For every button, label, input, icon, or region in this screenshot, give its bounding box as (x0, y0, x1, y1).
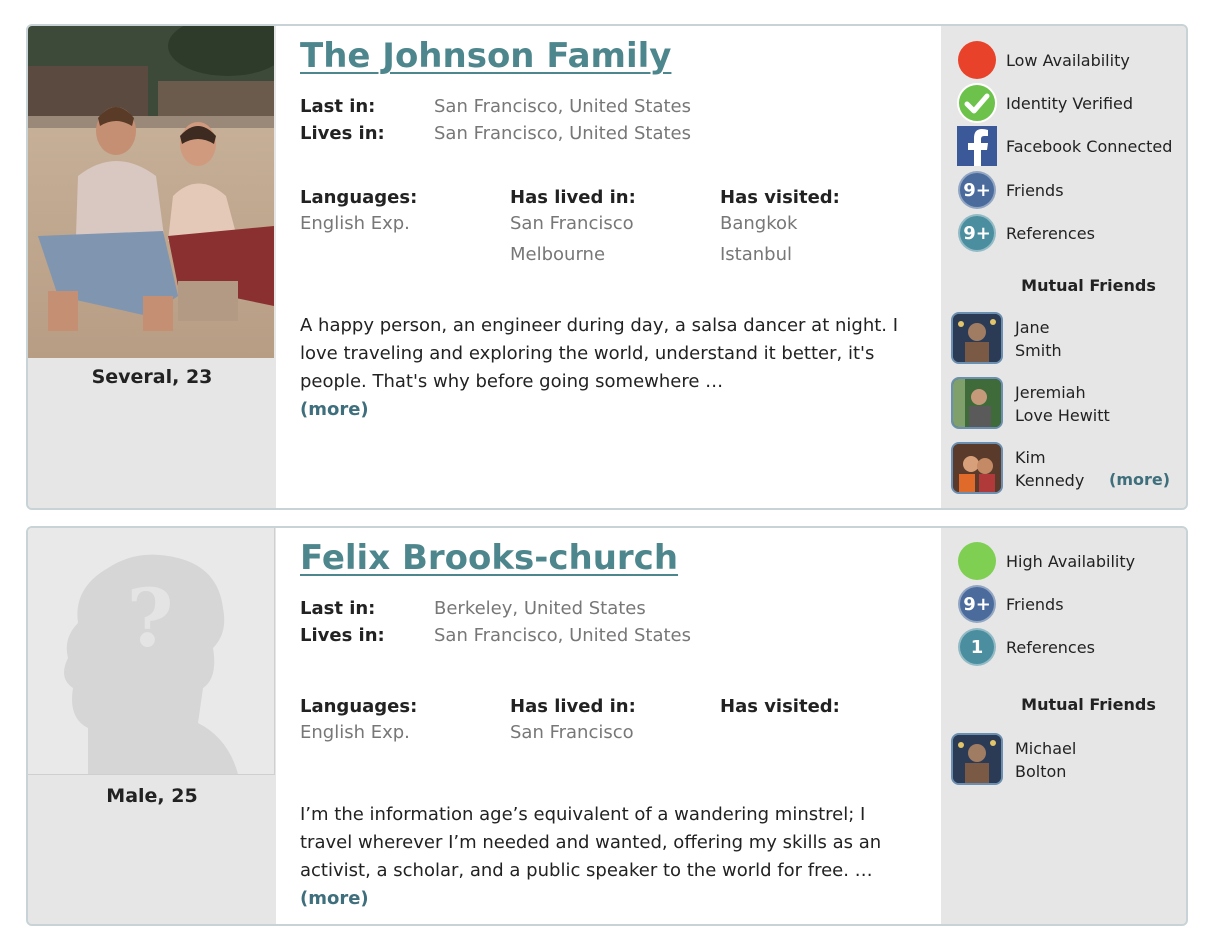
friend-avatar (951, 442, 1003, 494)
last-in-label: Last in: (300, 96, 376, 117)
profile-caption: Male, 25 (106, 785, 198, 807)
profile-name-link[interactable]: Felix Brooks-church (300, 538, 678, 578)
profile-card: ? Male, 25 Felix Brooks-church Last in: … (26, 526, 1188, 926)
visited-column: Has visited: Bangkok Istanbul (720, 187, 840, 272)
friend-name: Jane Smith (1015, 318, 1062, 360)
language-item: English Exp. (300, 722, 410, 743)
friends-badge[interactable]: 9+ Friends (957, 170, 1064, 210)
lived-in-item: San Francisco (510, 213, 634, 234)
mutual-friend-item[interactable]: Kim Kennedy (951, 442, 1084, 494)
references-badge[interactable]: 1 References (957, 627, 1095, 667)
mutual-friend-item[interactable]: Jeremiah Love Hewitt (951, 377, 1110, 429)
lives-in-label: Lives in: (300, 123, 385, 144)
mutual-friends-title: Mutual Friends (1021, 695, 1156, 714)
profile-sidebar: High Availability 9+ Friends 1 Reference… (941, 528, 1186, 924)
profile-main: The Johnson Family Last in: San Francisc… (276, 26, 941, 508)
friend-avatar (951, 733, 1003, 785)
mutual-friend-item[interactable]: Jane Smith (951, 312, 1062, 364)
lived-in-heading: Has lived in: (510, 696, 636, 717)
friends-badge[interactable]: 9+ Friends (957, 584, 1064, 624)
mutual-friend-item[interactable]: Michael Bolton (951, 733, 1076, 785)
profile-bio: I’m the information age’s equivalent of … (300, 801, 920, 913)
status-dot-icon (957, 541, 997, 581)
languages-column: Languages: English Exp. (300, 696, 417, 750)
profile-photo[interactable] (28, 26, 274, 358)
lived-in-column: Has lived in: San Francisco (510, 696, 636, 750)
svg-text:?: ? (127, 571, 174, 665)
photo-column: Several, 23 (28, 26, 276, 508)
profile-sidebar: Low Availability Identity Verified Faceb… (941, 26, 1186, 508)
mutual-friends-title: Mutual Friends (1021, 276, 1156, 295)
profile-bio: A happy person, an engineer during day, … (300, 312, 920, 424)
friend-name: Jeremiah Love Hewitt (1015, 383, 1110, 425)
languages-column: Languages: English Exp. (300, 187, 417, 241)
friend-name: Michael Bolton (1015, 739, 1077, 781)
friend-name: Kim Kennedy (1015, 448, 1085, 490)
question-silhouette-icon: ? (28, 528, 274, 774)
identity-badge: Identity Verified (957, 83, 1133, 123)
friend-avatar (951, 377, 1003, 429)
friends-count-icon: 9+ (957, 584, 997, 624)
checkmark-icon (957, 83, 997, 123)
bio-more-link[interactable]: (more) (300, 399, 369, 420)
last-in-value: San Francisco, United States (434, 96, 691, 117)
last-in-label: Last in: (300, 598, 376, 619)
languages-heading: Languages: (300, 187, 418, 208)
profile-main: Felix Brooks-church Last in: Berkeley, U… (276, 528, 941, 924)
visited-heading: Has visited: (720, 187, 840, 208)
language-item: English Exp. (300, 213, 410, 234)
bio-more-link[interactable]: (more) (300, 888, 369, 909)
lived-in-column: Has lived in: San Francisco Melbourne (510, 187, 636, 272)
identity-label: Identity Verified (1006, 93, 1134, 113)
facebook-label: Facebook Connected (1006, 136, 1173, 156)
lived-in-heading: Has lived in: (510, 187, 636, 208)
visited-item: Bangkok (720, 213, 798, 234)
references-badge[interactable]: 9+ References (957, 213, 1095, 253)
references-count-icon: 1 (957, 627, 997, 667)
friend-avatar (951, 312, 1003, 364)
lives-in-value: San Francisco, United States (434, 625, 691, 646)
profile-name-link[interactable]: The Johnson Family (300, 36, 671, 76)
bio-text: A happy person, an engineer during day, … (300, 315, 899, 392)
bio-text: I’m the information age’s equivalent of … (300, 804, 882, 881)
availability-badge: Low Availability (957, 40, 1130, 80)
last-in-value: Berkeley, United States (434, 598, 646, 619)
photo-column: ? Male, 25 (28, 528, 276, 924)
friends-label: Friends (1006, 594, 1064, 614)
mutual-friends-more-link[interactable]: (more) (1109, 470, 1170, 489)
friends-count-icon: 9+ (957, 170, 997, 210)
profile-card: Several, 23 The Johnson Family Last in: … (26, 24, 1188, 510)
facebook-badge[interactable]: Facebook Connected (957, 126, 1172, 166)
lives-in-label: Lives in: (300, 625, 385, 646)
lived-in-item: Melbourne (510, 244, 606, 265)
availability-badge: High Availability (957, 541, 1135, 581)
status-dot-icon (957, 40, 997, 80)
languages-heading: Languages: (300, 696, 418, 717)
availability-label: High Availability (1006, 551, 1136, 571)
friends-label: Friends (1006, 180, 1064, 200)
profile-photo-placeholder[interactable]: ? (28, 528, 275, 775)
visited-heading: Has visited: (720, 696, 840, 717)
profile-caption: Several, 23 (91, 366, 213, 388)
visited-item: Istanbul (720, 244, 793, 265)
visited-column: Has visited: (720, 696, 840, 719)
availability-label: Low Availability (1006, 50, 1130, 70)
references-label: References (1006, 223, 1095, 243)
lived-in-item: San Francisco (510, 722, 634, 743)
references-count-icon: 9+ (957, 213, 997, 253)
lives-in-value: San Francisco, United States (434, 123, 691, 144)
facebook-icon (957, 126, 997, 166)
references-label: References (1006, 637, 1095, 657)
